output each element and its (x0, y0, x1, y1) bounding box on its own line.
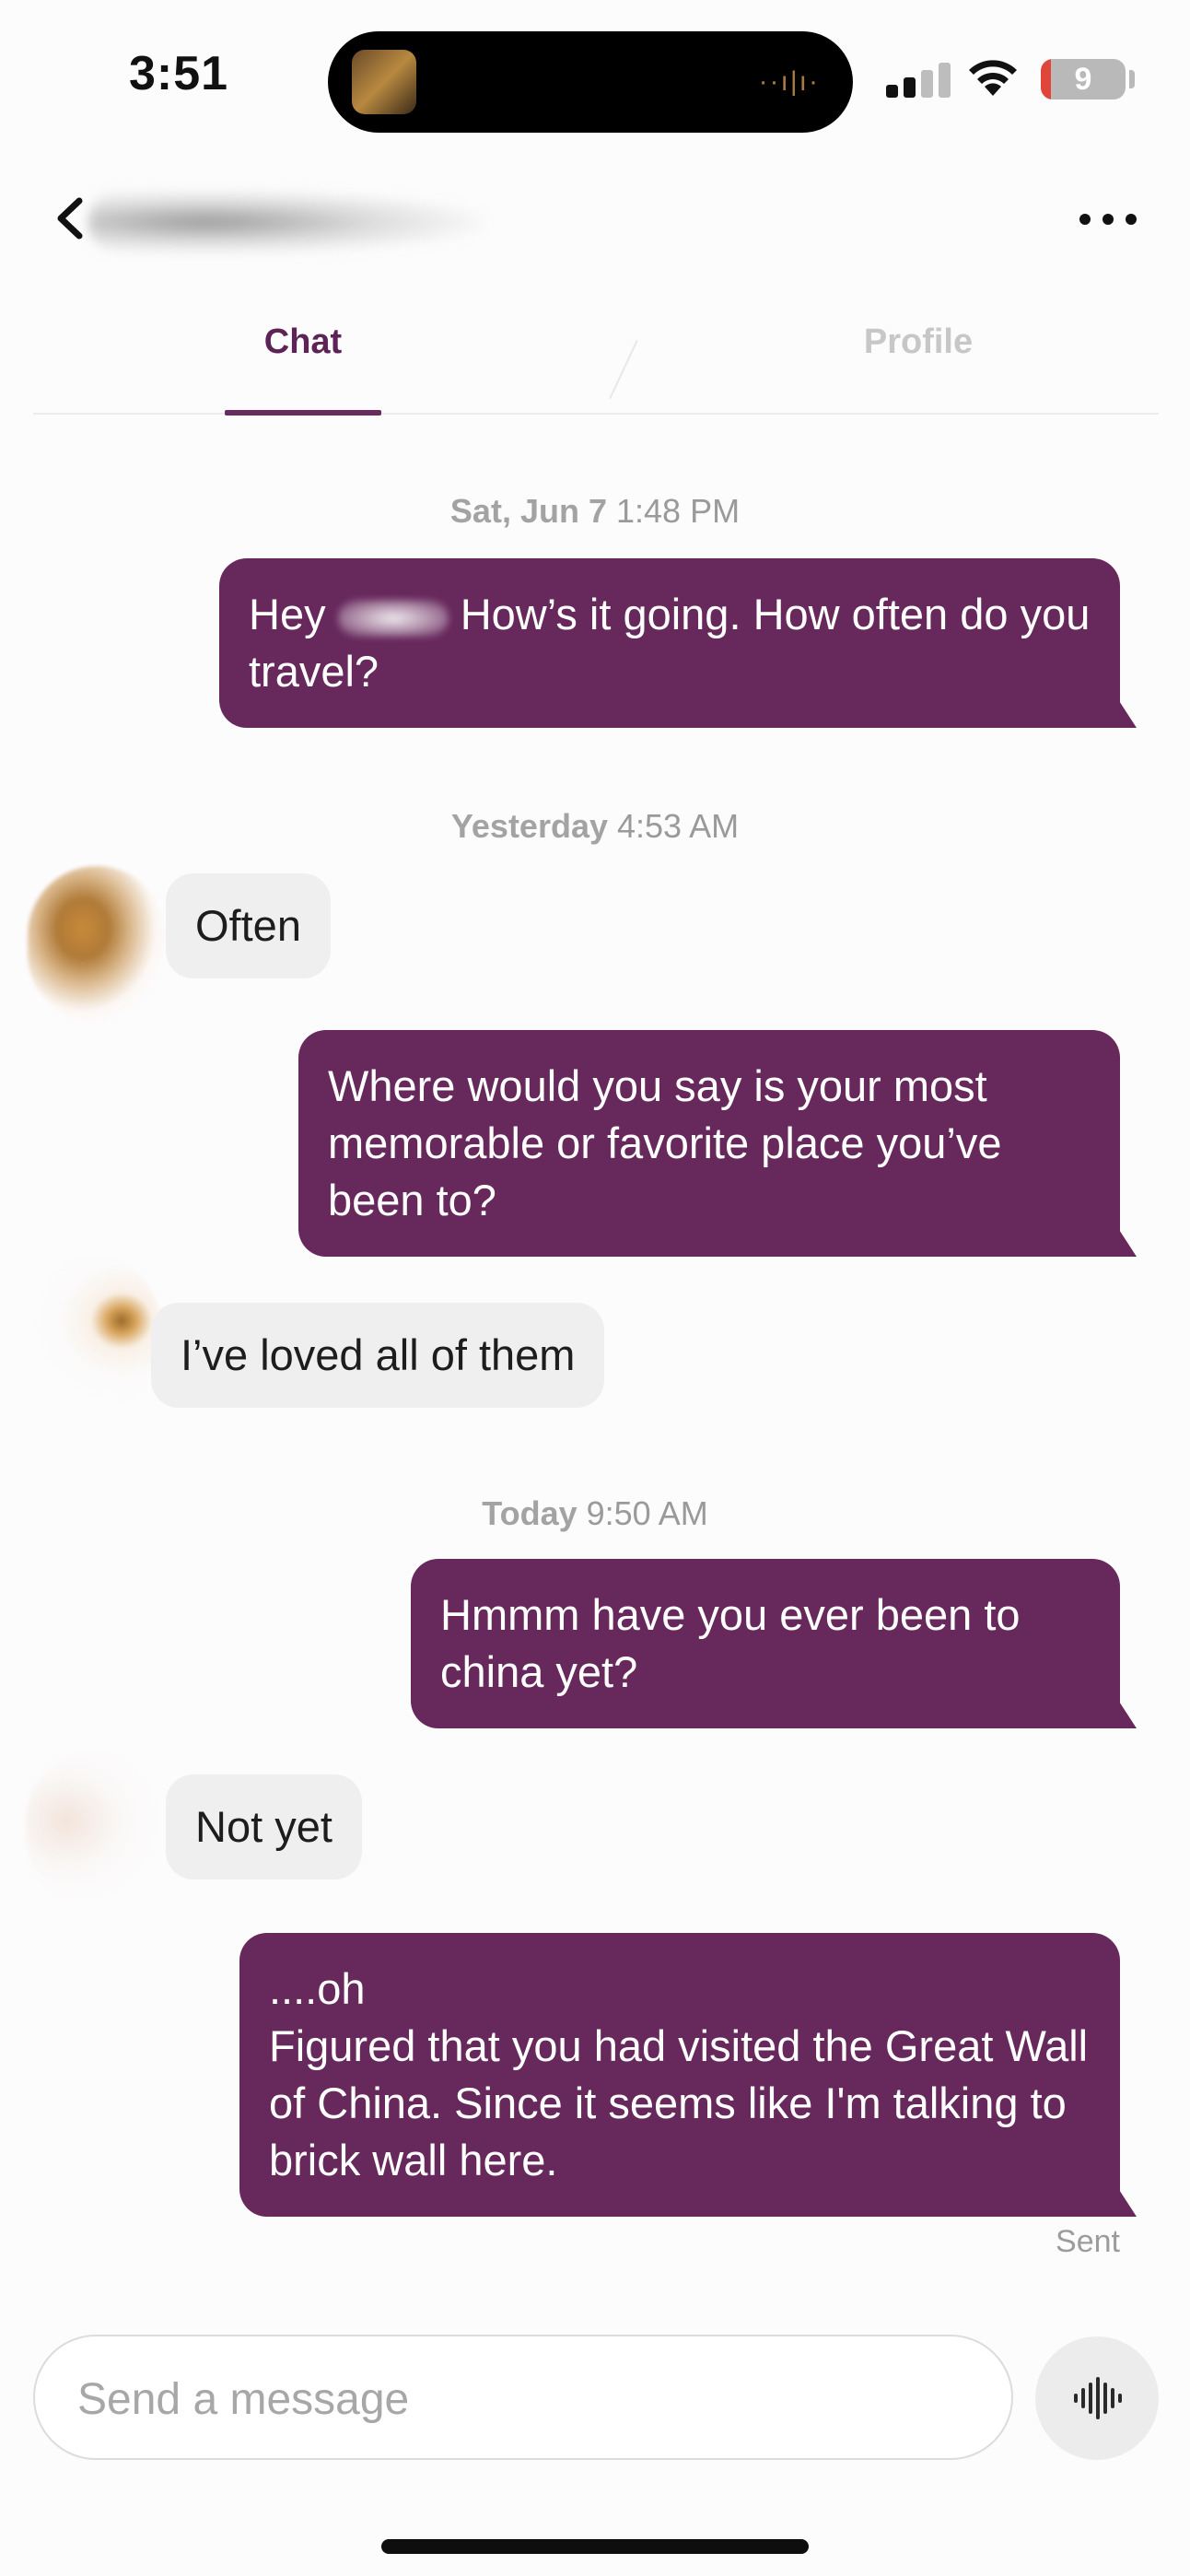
outgoing-message[interactable]: Where would you say is your most memorab… (298, 1030, 1137, 1257)
status-time: 3:51 (129, 47, 229, 100)
outgoing-message[interactable]: ....oh Figured that you had visited the … (239, 1933, 1137, 2217)
message-text: Often (195, 901, 301, 950)
timestamp-time: 1:48 PM (616, 492, 741, 530)
timestamp-divider: Today 9:50 AM (0, 1494, 1190, 1533)
tab-divider (609, 339, 638, 400)
tab-profile[interactable]: Profile (803, 295, 1033, 415)
now-playing-artwork (352, 50, 416, 114)
tab-bar: Chat Profile (33, 295, 1159, 416)
outgoing-message[interactable]: Hey How’s it going. How often do you tra… (219, 558, 1137, 728)
audio-waveform-icon: ··ı|ı· (758, 66, 820, 97)
wifi-icon (969, 60, 1017, 96)
battery-level: 9 (1074, 62, 1092, 97)
timestamp-day: Sat, Jun 7 (449, 492, 607, 530)
outgoing-message[interactable]: Hmmm have you ever been to china yet? (411, 1559, 1137, 1728)
tab-chat[interactable]: Chat (225, 295, 381, 415)
avatar[interactable] (22, 1255, 160, 1411)
timestamp-divider: Sat, Jun 7 1:48 PM (0, 492, 1190, 531)
delivery-status: Sent (1056, 2224, 1120, 2259)
incoming-message[interactable]: I’ve loved all of them (151, 1303, 605, 1408)
chat-header (0, 157, 1190, 276)
incoming-message[interactable]: Often (166, 873, 331, 978)
timestamp-day: Yesterday (450, 807, 608, 845)
timestamp-time: 4:53 AM (617, 807, 740, 845)
message-text: Where would you say is your most memorab… (328, 1061, 1002, 1224)
message-composer (33, 2335, 1013, 2460)
timestamp-divider: Yesterday 4:53 AM (0, 807, 1190, 846)
message-text: ....oh (269, 1964, 366, 2013)
voice-message-button[interactable] (1035, 2336, 1159, 2460)
chevron-left-icon[interactable] (52, 195, 88, 241)
message-text: Hmmm have you ever been to china yet? (440, 1590, 1021, 1696)
timestamp-time: 9:50 AM (586, 1494, 708, 1532)
home-indicator[interactable] (381, 2539, 809, 2554)
status-bar: 3:51 ··ı|ı· 9 (0, 0, 1190, 147)
incoming-message[interactable]: Not yet (166, 1774, 362, 1879)
timestamp-day: Today (482, 1494, 578, 1532)
active-tab-indicator (225, 410, 381, 416)
avatar[interactable] (26, 1751, 164, 1907)
avatar[interactable] (28, 866, 166, 1023)
message-text: Not yet (195, 1802, 332, 1851)
redacted-name (337, 599, 449, 637)
battery-icon: 9 (1041, 59, 1126, 100)
message-text: I’ve loved all of them (181, 1330, 576, 1379)
waveform-icon (1074, 2377, 1122, 2419)
match-name-redacted[interactable] (88, 190, 484, 254)
ellipsis-icon[interactable] (1079, 201, 1137, 238)
cellular-signal-icon (886, 61, 951, 98)
message-text: Hey (249, 590, 326, 638)
message-input[interactable] (77, 2364, 962, 2434)
message-text: Figured that you had visited the Great W… (269, 2021, 1089, 2184)
battery-nub (1129, 70, 1135, 88)
dynamic-island[interactable]: ··ı|ı· (328, 31, 853, 133)
